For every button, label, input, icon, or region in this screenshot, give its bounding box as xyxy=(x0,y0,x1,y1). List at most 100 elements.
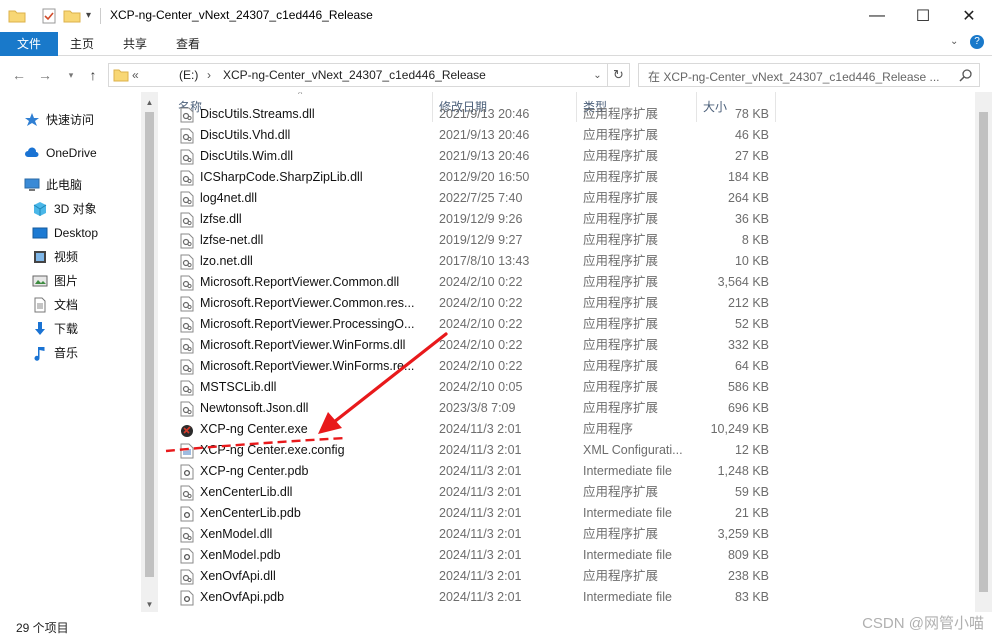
sidebar-item-label: 3D 对象 xyxy=(54,202,97,216)
file-date: 2024/2/10 0:22 xyxy=(439,359,523,373)
file-date: 2024/11/3 2:01 xyxy=(439,548,522,562)
expand-ribbon-icon[interactable]: ⌄ xyxy=(950,36,958,47)
file-name: DiscUtils.Wim.dll xyxy=(200,149,294,163)
file-row[interactable]: XenCenterLib.dll 2024/11/3 2:01 应用程序扩展 59 K… xyxy=(176,482,776,503)
tab-share[interactable]: 共享 xyxy=(111,32,159,56)
file-row[interactable]: lzo.net.dll 2017/8/10 13:43 应用程序扩展 10 KB xyxy=(176,251,776,272)
address-dropdown-icon[interactable]: ⌄ xyxy=(588,63,608,87)
sidebar-item-label: Desktop xyxy=(54,226,99,240)
file-row[interactable]: Microsoft.ReportViewer.ProcessingO... 202… xyxy=(176,314,776,335)
tab-home[interactable]: 主页 xyxy=(58,32,106,56)
customize-qa-dropdown-icon[interactable]: ▾ xyxy=(86,7,104,25)
file-name: XenModel.dll xyxy=(200,527,273,541)
file-row[interactable]: MSTSCLib.dll 2024/2/10 0:05 应用程序扩展 586 KB xyxy=(176,377,776,398)
file-size: 36 KB xyxy=(734,212,769,226)
file-row[interactable]: XCP-ng Center.exe.config 2024/11/3 2:01 XM… xyxy=(176,440,776,461)
up-arrow-icon[interactable]: ↑ xyxy=(84,66,102,84)
properties-icon[interactable] xyxy=(40,7,58,25)
navigation-bar: ← → ▾ ↑ « (E:) › XCP-ng-Center_vNext_243… xyxy=(0,56,992,92)
file-row[interactable]: DiscUtils.Streams.dll 2021/9/13 20:46 应用程序… xyxy=(176,104,776,125)
file-row[interactable]: XenCenterLib.pdb 2024/11/3 2:01 Intermedia… xyxy=(176,503,776,524)
dll-file-icon xyxy=(180,338,194,354)
dll-file-icon xyxy=(180,107,194,123)
file-date: 2024/11/3 2:01 xyxy=(439,422,522,436)
file-row[interactable]: Microsoft.ReportViewer.WinForms.re... 202… xyxy=(176,356,776,377)
search-placeholder: 在 XCP-ng-Center_vNext_24307_c1ed446_Rele… xyxy=(648,70,940,84)
file-size: 83 KB xyxy=(734,590,769,604)
file-row[interactable]: ICSharpCode.SharpZipLib.dll 2012/9/20 16:… xyxy=(176,167,776,188)
close-button[interactable]: ✕ xyxy=(946,0,992,32)
file-row[interactable]: lzfse-net.dll 2019/12/9 9:27 应用程序扩展 8 KB xyxy=(176,230,776,251)
file-row[interactable]: XenOvfApi.pdb 2024/11/3 2:01 Intermediate … xyxy=(176,587,776,608)
file-row[interactable]: XCP-ng Center.pdb 2024/11/3 2:01 Intermedi… xyxy=(176,461,776,482)
minimize-button[interactable]: — xyxy=(854,0,900,32)
cloud-icon xyxy=(25,147,39,157)
file-size: 8 KB xyxy=(741,233,769,247)
watermark: CSDN @网管小喵 xyxy=(862,615,984,632)
tab-file[interactable]: 文件 xyxy=(0,32,58,56)
folder-icon xyxy=(8,10,26,23)
file-name: lzo.net.dll xyxy=(200,254,253,268)
file-name: XenCenterLib.pdb xyxy=(200,506,301,520)
sidebar-item-label: 快速访问 xyxy=(46,113,95,127)
file-row[interactable]: XenModel.pdb 2024/11/3 2:01 Intermediate f… xyxy=(176,545,776,566)
file-date: 2024/11/3 2:01 xyxy=(439,464,522,478)
file-name: XenOvfApi.pdb xyxy=(200,590,285,604)
file-name: ICSharpCode.SharpZipLib.dll xyxy=(200,170,363,184)
file-row[interactable]: log4net.dll 2022/7/25 7:40 应用程序扩展 264 KB xyxy=(176,188,776,209)
sidebar-scrollbar-thumb[interactable] xyxy=(145,112,154,577)
file-name: Microsoft.ReportViewer.Common.dll xyxy=(200,275,400,289)
dll-file-icon xyxy=(180,485,194,501)
file-row[interactable]: Newtonsoft.Json.dll 2023/3/8 7:09 应用程序扩展 69… xyxy=(176,398,776,419)
maximize-button[interactable]: ☐ xyxy=(900,0,946,32)
file-name: Microsoft.ReportViewer.Common.res... xyxy=(200,296,415,310)
file-size: 238 KB xyxy=(727,569,769,583)
tab-view[interactable]: 查看 xyxy=(164,32,212,56)
file-row[interactable]: XenOvfApi.dll 2024/11/3 2:01 应用程序扩展 238 KB xyxy=(176,566,776,587)
refresh-icon[interactable]: ↻ xyxy=(608,63,630,87)
new-folder-icon[interactable] xyxy=(63,7,81,25)
breadcrumb-drive[interactable]: (E:) xyxy=(179,68,198,82)
file-row[interactable]: DiscUtils.Vhd.dll 2021/9/13 20:46 应用程序扩展 46… xyxy=(176,125,776,146)
breadcrumb-separator[interactable]: › xyxy=(207,68,211,82)
file-date: 2023/3/8 7:09 xyxy=(439,401,516,415)
dll-file-icon xyxy=(180,380,194,396)
recent-locations-icon[interactable]: ▾ xyxy=(62,66,80,84)
file-size: 52 KB xyxy=(734,317,769,331)
scroll-down-icon[interactable]: ▼ xyxy=(141,596,158,613)
breadcrumb-folder[interactable]: XCP-ng-Center_vNext_24307_c1ed446_Releas… xyxy=(223,68,486,82)
forward-arrow-icon[interactable]: → xyxy=(36,66,54,84)
file-size: 586 KB xyxy=(727,380,769,394)
file-size: 10 KB xyxy=(734,254,769,268)
file-row[interactable]: XenModel.dll 2024/11/3 2:01 应用程序扩展 3,259 KB xyxy=(176,524,776,545)
breadcrumb-overflow[interactable]: « xyxy=(132,68,139,82)
sidebar-item-label: 图片 xyxy=(54,274,79,288)
file-date: 2021/9/13 20:46 xyxy=(439,149,530,163)
scroll-up-icon[interactable]: ▲ xyxy=(141,94,158,111)
file-row[interactable]: XCP-ng Center.exe 2024/11/3 2:01 应用程序 10,24… xyxy=(176,419,776,440)
file-type: 应用程序扩展 xyxy=(583,191,659,205)
help-icon[interactable]: ? xyxy=(970,35,984,49)
window-title: XCP-ng-Center_vNext_24307_c1ed446_Releas… xyxy=(110,8,373,22)
file-date: 2024/2/10 0:22 xyxy=(439,275,523,289)
file-row[interactable]: lzfse.dll 2019/12/9 9:26 应用程序扩展 36 KB xyxy=(176,209,776,230)
desktop-icon xyxy=(32,227,48,239)
file-row[interactable]: DiscUtils.Wim.dll 2021/9/13 20:46 应用程序扩展 27… xyxy=(176,146,776,167)
file-type: 应用程序扩展 xyxy=(583,317,659,331)
sidebar-item-label: 视频 xyxy=(54,250,79,264)
address-bar[interactable]: « (E:) › XCP-ng-Center_vNext_24307_c1ed4… xyxy=(108,63,608,87)
file-row[interactable]: Microsoft.ReportViewer.Common.res... 2024… xyxy=(176,293,776,314)
file-size: 1,248 KB xyxy=(717,464,769,478)
sort-ascending-icon: ^ xyxy=(298,92,303,99)
dll-file-icon xyxy=(180,527,194,543)
file-list-scrollbar-thumb[interactable] xyxy=(979,112,988,592)
back-arrow-icon[interactable]: ← xyxy=(10,66,28,84)
file-date: 2024/11/3 2:01 xyxy=(439,506,522,520)
search-icon[interactable] xyxy=(959,68,973,82)
file-row[interactable]: Microsoft.ReportViewer.WinForms.dll 2024/… xyxy=(176,335,776,356)
file-type: XML Configurati... xyxy=(583,443,683,457)
divider xyxy=(100,8,101,24)
file-row[interactable]: Microsoft.ReportViewer.Common.dll 2024/2/… xyxy=(176,272,776,293)
file-date: 2024/11/3 2:01 xyxy=(439,569,522,583)
search-box[interactable]: 在 XCP-ng-Center_vNext_24307_c1ed446_Rele… xyxy=(638,63,980,87)
